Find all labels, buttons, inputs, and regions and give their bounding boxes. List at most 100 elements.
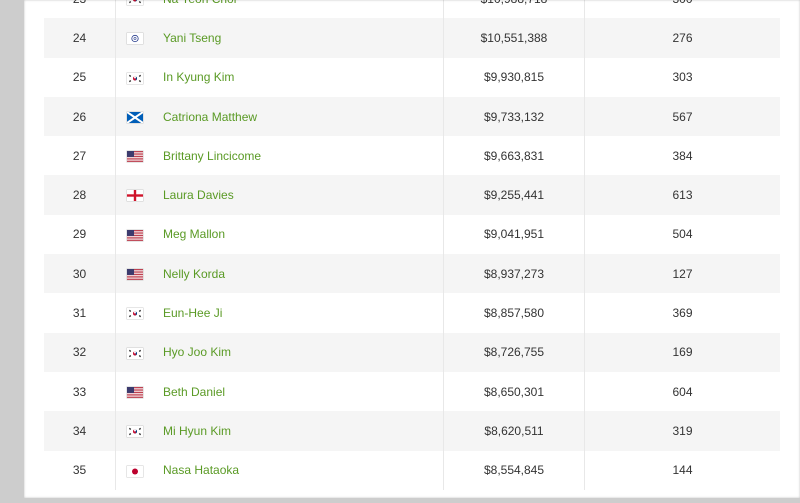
events-cell: 303 — [672, 70, 693, 85]
player-name-cell: Nelly Korda — [154, 254, 444, 293]
england-flag-icon — [127, 190, 143, 202]
player-link[interactable]: Mi Hyun Kim — [163, 424, 231, 438]
player-link[interactable]: Catriona Matthew — [163, 110, 257, 124]
earnings-cell: $8,937,273 — [443, 254, 585, 294]
events-cell: 604 — [672, 384, 693, 399]
table-row: 33 Beth Daniel $8,650,301 604 — [44, 371, 780, 412]
player-name-cell: Yani Tseng — [154, 18, 444, 57]
leaderboard-panel: 23 Na Yeon Choi $10,988,718300 24 Yani Tseng… — [24, 0, 800, 498]
player-link[interactable]: Hyo Joo Kim — [163, 345, 231, 359]
flag-cell — [115, 411, 154, 451]
table-row: 27 Brittany Lincicome $9,663,831 384 — [44, 136, 780, 176]
rank-cell: 25 — [72, 70, 87, 85]
player-name-cell: Na Yeon Choi — [154, 0, 444, 18]
earnings-cell: $9,930,815 — [443, 57, 585, 97]
player-name-cell: Eun-Hee Ji — [154, 293, 444, 332]
player-name-cell: Beth Daniel — [154, 372, 444, 411]
player-link[interactable]: Yani Tseng — [163, 31, 221, 45]
rank-cell: 30 — [72, 266, 87, 281]
events-cell: 319 — [672, 423, 693, 438]
table-row: 29 Meg Mallon $9,041,951 504 — [44, 214, 780, 255]
earnings-cell: $9,663,831 — [443, 136, 585, 176]
player-link[interactable]: In Kyung Kim — [163, 70, 234, 84]
events-cell: 276 — [672, 30, 693, 45]
earnings-cell: $8,554,845 — [443, 450, 585, 490]
events-cell: 384 — [672, 148, 693, 163]
rank-cell: 26 — [72, 109, 87, 124]
flag-cell — [115, 371, 154, 412]
table-row: 28 Laura Davies $9,255,441 613 — [44, 175, 780, 215]
rank-cell: 29 — [72, 227, 87, 242]
table-row: 23 Na Yeon Choi $10,988,718300 — [44, 0, 781, 19]
player-name-cell: Mi Hyun Kim — [154, 411, 444, 450]
south-korea-flag-icon — [127, 0, 143, 5]
table-row: 34 Mi Hyun Kim $8,620,511 319 — [44, 411, 780, 451]
table-row: 25 In Kyung Kim $9,930,815 303 — [44, 57, 780, 97]
events-cell: 504 — [672, 227, 693, 242]
flag-cell — [115, 293, 154, 333]
earnings-cell: $9,255,441 — [443, 175, 585, 215]
japan-flag-icon — [127, 465, 143, 477]
flag-cell — [115, 18, 154, 58]
player-name-cell: In Kyung Kim — [154, 58, 444, 97]
earnings-cell: $9,041,951 — [443, 214, 585, 255]
player-link[interactable]: Meg Mallon — [163, 227, 225, 241]
table-row: 32 Hyo Joo Kim $8,726,755 169 — [44, 332, 780, 372]
flag-cell — [115, 175, 154, 215]
player-link[interactable]: Eun-Hee Ji — [163, 306, 222, 320]
table-row: 30 Nelly Korda $8,937,273 127 — [44, 254, 780, 294]
south-korea-flag-icon — [127, 347, 143, 359]
events-cell: 300 — [585, 0, 781, 18]
player-name-cell: Nasa Hataoka — [154, 451, 444, 490]
rank-cell: 34 — [72, 423, 87, 438]
flag-cell — [115, 450, 154, 490]
player-link[interactable]: Brittany Lincicome — [163, 149, 261, 163]
flag-cell — [115, 254, 154, 294]
table-row: 24 Yani Tseng $10,551,388 276 — [44, 18, 780, 58]
player-link[interactable]: Laura Davies — [163, 188, 234, 202]
usa-flag-icon — [127, 386, 143, 398]
player-link[interactable]: Nelly Korda — [163, 267, 225, 281]
flag-cell — [115, 96, 154, 137]
south-korea-flag-icon — [127, 426, 143, 438]
flag-cell — [115, 332, 154, 372]
player-name-cell: Hyo Joo Kim — [154, 333, 444, 372]
flag-cell — [115, 136, 154, 176]
player-name-cell: Brittany Lincicome — [154, 136, 444, 175]
earnings-cell: $8,650,301 — [443, 371, 585, 412]
rank-cell: 31 — [72, 306, 87, 321]
earnings-cell: $8,620,511 — [443, 411, 585, 451]
usa-flag-icon — [127, 229, 143, 241]
table-row: 35 Nasa Hataoka $8,554,845 144 — [44, 450, 780, 490]
career-earnings-table: 23 Na Yeon Choi $10,988,718300 24 Yani Tseng… — [44, 0, 780, 490]
usa-flag-icon — [127, 269, 143, 281]
window-frame: 23 Na Yeon Choi $10,988,718300 24 Yani Tseng… — [0, 0, 800, 503]
earnings-cell: $10,988,718 — [443, 0, 585, 19]
events-cell: 369 — [672, 306, 693, 321]
rank-cell: 24 — [72, 30, 87, 45]
chinese-taipei-flag-icon — [127, 33, 143, 45]
south-korea-flag-icon — [127, 72, 143, 84]
scotland-flag-icon — [127, 111, 143, 123]
rank-cell: 27 — [72, 148, 87, 163]
flag-cell — [115, 214, 154, 255]
player-name-cell: Laura Davies — [154, 175, 444, 214]
south-korea-flag-icon — [127, 308, 143, 320]
earnings-cell: $8,857,580 — [443, 293, 585, 333]
rank-cell: 35 — [72, 463, 87, 478]
rank-cell: 33 — [72, 384, 87, 399]
table-body: 23 Na Yeon Choi $10,988,718300 24 Yani Tseng… — [44, 0, 780, 490]
player-link[interactable]: Na Yeon Choi — [163, 0, 236, 6]
rank-cell: 23 — [44, 0, 116, 18]
earnings-cell: $8,726,755 — [443, 332, 585, 372]
usa-flag-icon — [127, 151, 143, 163]
flag-cell — [115, 57, 154, 97]
player-name-cell: Meg Mallon — [154, 215, 444, 254]
flag-cell — [115, 0, 154, 19]
events-cell: 567 — [672, 109, 693, 124]
earnings-cell: $9,733,132 — [443, 96, 585, 137]
events-cell: 127 — [672, 266, 693, 281]
earnings-cell: $10,551,388 — [443, 18, 585, 58]
player-link[interactable]: Nasa Hataoka — [163, 463, 239, 477]
player-link[interactable]: Beth Daniel — [163, 385, 225, 399]
